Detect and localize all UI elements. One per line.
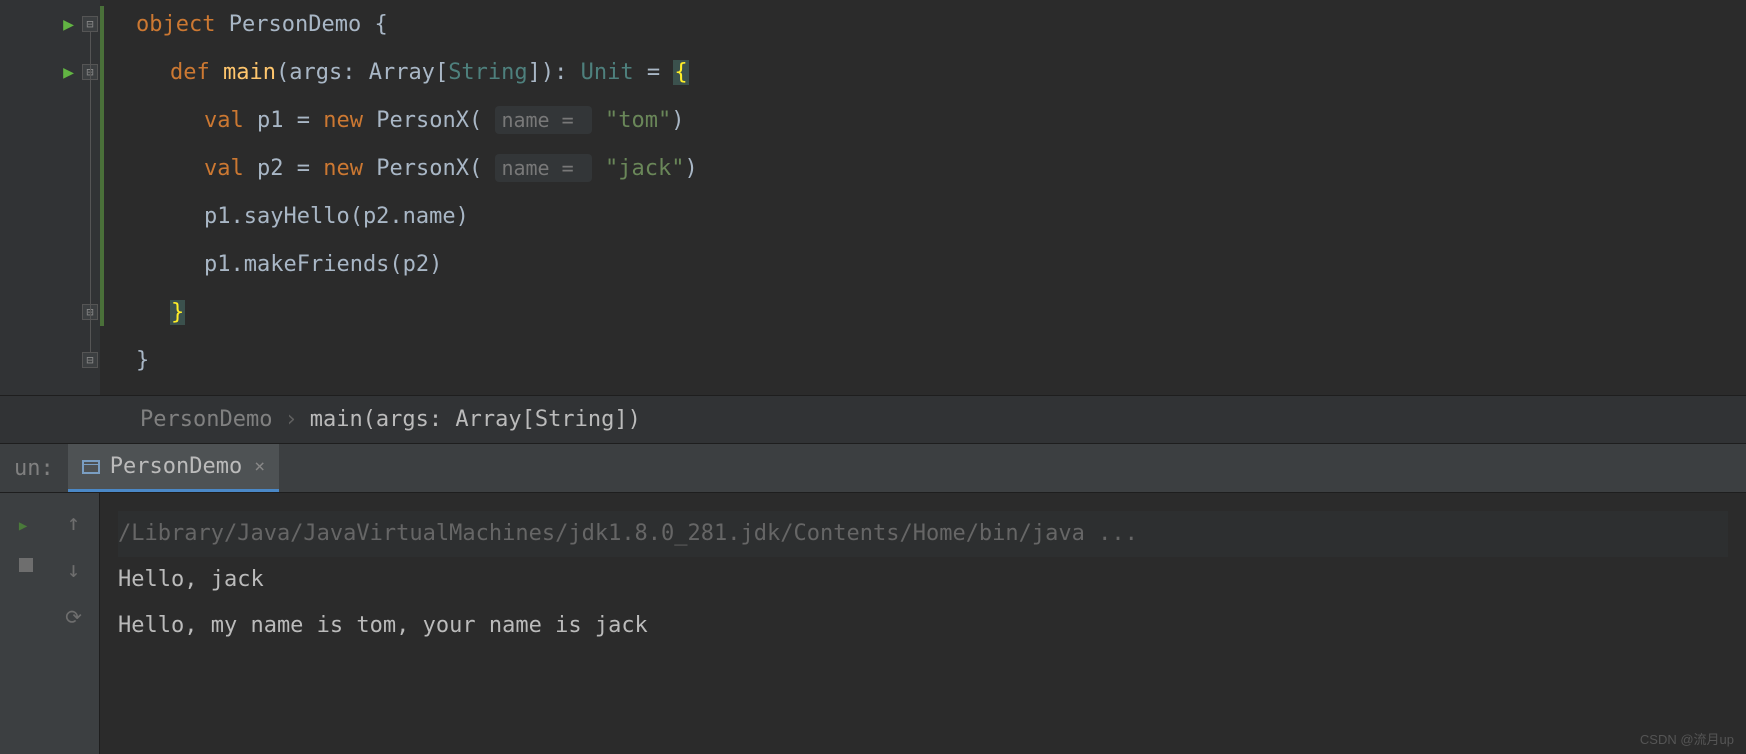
keyword: val	[204, 108, 244, 133]
code-line[interactable]: }	[136, 288, 1746, 336]
code-line[interactable]: val p2 = new PersonX( name = "jack")	[136, 144, 1746, 192]
breadcrumb[interactable]: PersonDemo › main(args: Array[String])	[0, 395, 1746, 443]
identifier: PersonDemo	[229, 12, 361, 37]
code-line[interactable]: p1.sayHello(p2.name)	[136, 192, 1746, 240]
brace: }	[136, 348, 149, 373]
text: =	[634, 60, 674, 85]
code-content[interactable]: object PersonDemo { def main(args: Array…	[100, 0, 1746, 395]
arrow-up-icon[interactable]: ↑	[67, 511, 80, 536]
soft-wrap-icon[interactable]: ⟳	[65, 605, 82, 630]
keyword: def	[170, 60, 210, 85]
run-icon[interactable]: ▶	[63, 14, 74, 35]
brace-highlight: }	[170, 300, 185, 325]
text: p1.sayHello(p2.name)	[204, 204, 469, 229]
run-tool-label: un:	[0, 456, 68, 481]
type: String	[448, 60, 527, 85]
brace: {	[374, 12, 387, 37]
code-line[interactable]: }	[136, 336, 1746, 384]
code-line[interactable]: object PersonDemo {	[136, 0, 1746, 48]
code-line[interactable]: val p1 = new PersonX( name = "tom")	[136, 96, 1746, 144]
watermark: CSDN @流月up	[1640, 729, 1734, 748]
type: Unit	[581, 60, 634, 85]
keyword: object	[136, 12, 215, 37]
string-literal: "tom"	[605, 108, 671, 133]
type: Array	[369, 60, 435, 85]
console-output[interactable]: /Library/Java/JavaVirtualMachines/jdk1.8…	[100, 493, 1746, 754]
code-line[interactable]: def main(args: Array[String]): Unit = {	[136, 48, 1746, 96]
string-literal: "jack"	[605, 156, 684, 181]
chevron-right-icon: ›	[284, 407, 297, 432]
console-panel: ▶ ↑ ↓ ⟳ /Library/Java/JavaVirtualMachine…	[0, 493, 1746, 754]
stop-icon[interactable]	[19, 558, 67, 583]
code-editor[interactable]: ▶ ▶ ⊟ ⊟ ⊟ ⊟ object PersonDemo { def main…	[0, 0, 1746, 395]
text: PersonX(	[363, 156, 495, 181]
run-tab[interactable]: PersonDemo ×	[68, 444, 279, 492]
breadcrumb-item[interactable]: PersonDemo	[140, 407, 272, 432]
run-panel-header: un: PersonDemo ×	[0, 443, 1746, 493]
text: PersonX(	[363, 108, 495, 133]
tab-label: PersonDemo	[110, 454, 242, 479]
code-line[interactable]: p1.makeFriends(p2)	[136, 240, 1746, 288]
command-line: /Library/Java/JavaVirtualMachines/jdk1.8…	[118, 511, 1728, 557]
arrow-down-icon[interactable]: ↓	[67, 558, 80, 583]
editor-gutter: ▶ ▶ ⊟ ⊟ ⊟ ⊟	[0, 0, 100, 395]
rerun-icon[interactable]: ▶	[19, 511, 67, 536]
application-icon	[82, 460, 100, 474]
run-icon[interactable]: ▶	[63, 62, 74, 83]
parameter-hint: name =	[495, 154, 591, 182]
fold-icon[interactable]: ⊟	[82, 16, 98, 32]
breadcrumb-item[interactable]: main(args: Array[String])	[310, 407, 641, 432]
parameter-hint: name =	[495, 106, 591, 134]
text: (args:	[276, 60, 369, 85]
keyword: val	[204, 156, 244, 181]
output-line: Hello, jack	[118, 557, 1728, 603]
keyword: new	[323, 108, 363, 133]
output-line: Hello, my name is tom, your name is jack	[118, 603, 1728, 649]
text: )	[684, 156, 697, 181]
text: [	[435, 60, 448, 85]
brace-highlight: {	[673, 60, 688, 85]
text: ]):	[528, 60, 581, 85]
fold-icon[interactable]: ⊟	[82, 352, 98, 368]
text: p1 =	[244, 108, 323, 133]
function-name: main	[223, 60, 276, 85]
close-icon[interactable]: ×	[254, 456, 265, 477]
text: )	[671, 108, 684, 133]
keyword: new	[323, 156, 363, 181]
console-toolbar: ▶ ↑ ↓ ⟳	[0, 493, 100, 754]
text: p1.makeFriends(p2)	[204, 252, 442, 277]
text: p2 =	[244, 156, 323, 181]
